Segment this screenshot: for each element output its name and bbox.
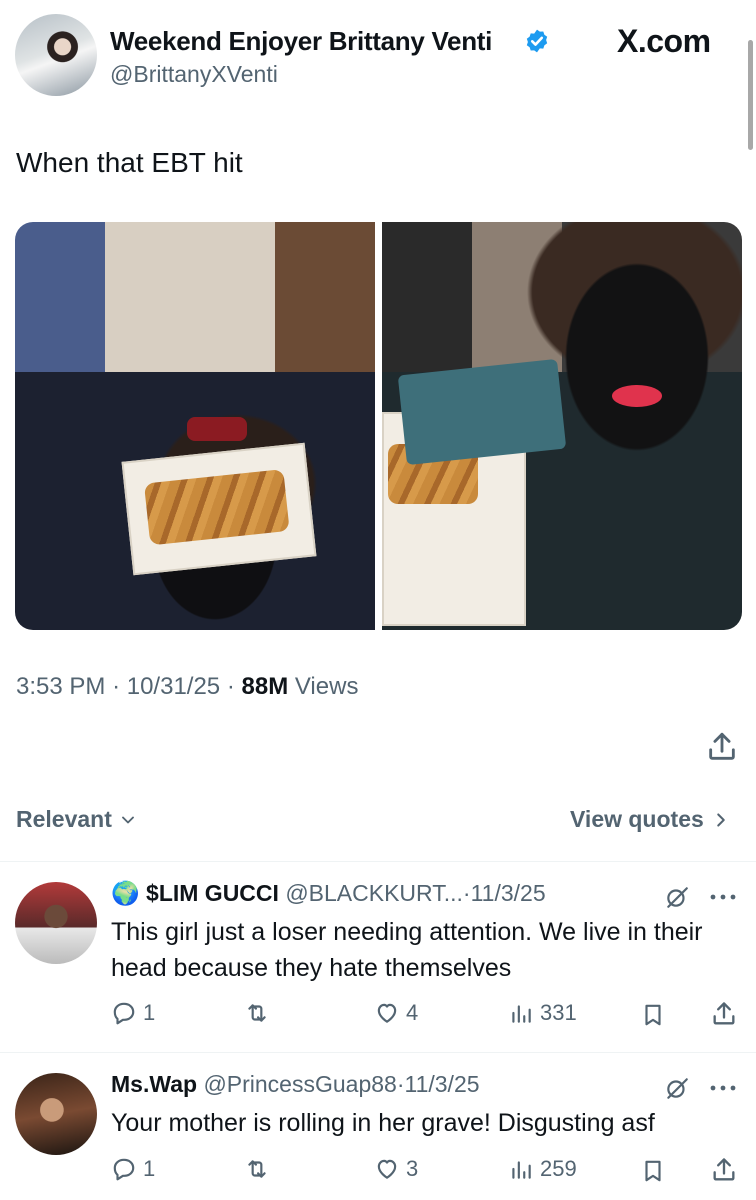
chevron-right-icon [717, 813, 725, 827]
post-date[interactable]: 10/31/25 [127, 673, 220, 700]
separator: · [112, 673, 121, 700]
like-count: 4 [406, 1000, 419, 1025]
grok-icon[interactable] [664, 1075, 690, 1101]
reply-date[interactable]: 11/3/25 [471, 880, 546, 906]
author-name[interactable]: Weekend Enjoyer Brittany Venti [110, 26, 492, 57]
reply-author-name[interactable]: Ms.Wap [111, 1071, 197, 1097]
more-icon[interactable] [709, 890, 737, 904]
reply-icon [113, 1158, 135, 1181]
more-icon[interactable] [709, 1081, 737, 1095]
post-photo-1[interactable] [15, 222, 375, 630]
reply-header: Ms.Wap @PrincessGuap88·11/3/25 [111, 1071, 480, 1097]
reply-item[interactable]: 🌍 $LIM GUCCI @BLACKKURT...·11/3/25 This … [0, 862, 756, 1052]
post-time[interactable]: 3:53 PM [16, 673, 105, 700]
views-button[interactable]: 331 [508, 1000, 577, 1026]
reply-count: 1 [143, 1156, 156, 1181]
grok-icon[interactable] [664, 884, 690, 910]
reply-text: Your mother is rolling in her grave! Dis… [111, 1109, 655, 1137]
post-text: When that EBT hit [16, 147, 243, 178]
sort-label: Relevant [16, 806, 112, 832]
chicken-box [121, 442, 317, 576]
reply-author-handle[interactable]: @PrincessGuap88 [203, 1071, 396, 1097]
reply-item[interactable]: Ms.Wap @PrincessGuap88·11/3/25 Your moth… [0, 1053, 756, 1200]
views-icon [512, 1005, 531, 1023]
like-count: 3 [406, 1156, 419, 1181]
scrollbar[interactable] [748, 40, 753, 150]
reply-header: 🌍 $LIM GUCCI @BLACKKURT...·11/3/25 [111, 880, 546, 906]
reply-button[interactable]: 1 [111, 1156, 155, 1182]
reply-icon [113, 1002, 135, 1025]
verified-badge-icon [526, 29, 548, 53]
reply-avatar[interactable] [15, 882, 97, 964]
repost-icon [248, 1160, 266, 1178]
bookmark-icon[interactable] [640, 1158, 666, 1184]
sort-dropdown[interactable]: Relevant [16, 806, 138, 833]
view-quotes-link[interactable]: View quotes [570, 806, 732, 833]
heart-icon [377, 1003, 397, 1023]
reply-count: 1 [143, 1000, 156, 1025]
like-button[interactable]: 3 [374, 1156, 418, 1182]
site-logo: X.com [617, 23, 711, 59]
separator: · [226, 673, 235, 700]
globe-icon: 🌍 [111, 880, 140, 906]
views-label: Views [294, 673, 359, 700]
view-quotes-label: View quotes [570, 806, 704, 832]
views-button[interactable]: 259 [508, 1156, 577, 1182]
bookmark-icon[interactable] [640, 1002, 666, 1028]
red-bow [187, 417, 247, 441]
reply-author-handle[interactable]: @BLACKKURT... [285, 880, 463, 906]
like-button[interactable]: 4 [374, 1000, 418, 1026]
red-lips [612, 385, 662, 407]
reply-author-name[interactable]: $LIM GUCCI [146, 880, 279, 906]
reply-avatar[interactable] [15, 1073, 97, 1155]
reply-button[interactable]: 1 [111, 1000, 155, 1026]
post-photo-2[interactable] [382, 222, 742, 630]
heart-icon [377, 1159, 397, 1179]
reply-text: This girl just a loser needing attention… [111, 918, 703, 982]
post-timestamp: 3:53 PM · 10/31/25 · 88M Views [16, 673, 358, 701]
reply-date[interactable]: 11/3/25 [405, 1071, 480, 1097]
views-count: 259 [540, 1156, 577, 1181]
share-icon[interactable] [710, 1156, 738, 1184]
views-count: 331 [540, 1000, 577, 1025]
author-avatar[interactable] [15, 14, 97, 96]
author-handle[interactable]: @BrittanyXVenti [110, 61, 278, 88]
mouse-pad [397, 358, 567, 466]
share-icon[interactable] [705, 730, 739, 764]
repost-button[interactable] [244, 1000, 276, 1026]
views-icon [512, 1161, 531, 1179]
repost-button[interactable] [244, 1156, 276, 1182]
repost-icon [248, 1004, 266, 1022]
chevron-down-icon [122, 816, 135, 824]
views-count: 88M [241, 673, 289, 700]
fried-chicken [143, 469, 290, 546]
share-icon[interactable] [710, 1000, 738, 1028]
